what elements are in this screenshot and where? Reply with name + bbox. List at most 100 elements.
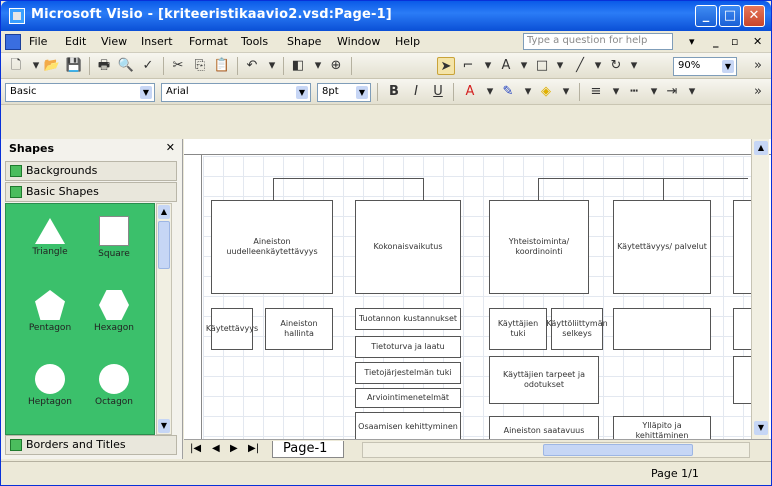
line-pattern-dropdown-icon[interactable]: ▾ xyxy=(645,83,663,101)
scroll-up-icon[interactable]: ▲ xyxy=(754,141,768,155)
first-page-icon[interactable]: |◀ xyxy=(190,443,201,454)
rotate-dropdown-icon[interactable]: ▾ xyxy=(625,57,643,75)
font-select[interactable]: Arial ▼ xyxy=(161,83,311,102)
diagram-box[interactable]: Aineiston hallinta xyxy=(265,308,333,350)
shapes-icon[interactable]: ◧ xyxy=(289,57,307,75)
font-size-dropdown-icon[interactable]: ▼ xyxy=(356,86,368,99)
scroll-thumb[interactable] xyxy=(158,221,170,269)
fill-color-dropdown-icon[interactable]: ▾ xyxy=(557,83,575,101)
diagram-box[interactable]: Aineiston uudelleenkäytettävyys xyxy=(211,200,333,294)
line-weight-dropdown-icon[interactable]: ▾ xyxy=(607,83,625,101)
menu-edit[interactable]: Edit xyxy=(65,35,86,48)
diagram-box[interactable]: Aineiston saatavuus xyxy=(489,416,599,439)
toolbar2-overflow-icon[interactable]: » xyxy=(749,83,767,101)
diagram-box[interactable]: Käytettävyys/ palvelut xyxy=(613,200,711,294)
print-icon[interactable]: 🖶 xyxy=(95,57,113,75)
close-pane-icon[interactable]: ✕ xyxy=(166,141,175,154)
italic-icon[interactable]: I xyxy=(407,83,425,101)
underline-icon[interactable]: U xyxy=(429,83,447,101)
fill-color-icon[interactable]: ◈ xyxy=(537,83,555,101)
prev-page-icon[interactable]: ◀ xyxy=(212,443,220,454)
drawing-page[interactable]: Aineiston uudelleenkäytettävyys Kokonais… xyxy=(203,156,751,439)
spelling-icon[interactable]: ✓ xyxy=(139,57,157,75)
tab-page-1[interactable]: Page-1 xyxy=(272,441,344,458)
diagram-box[interactable]: Arviointimenetelmät xyxy=(355,388,461,408)
master-pentagon[interactable]: Pentagon xyxy=(20,284,80,346)
minimize-button[interactable]: _ xyxy=(695,5,717,27)
master-triangle[interactable]: Triangle xyxy=(20,210,80,272)
diagram-box[interactable]: Tietojärjestelmän tuki xyxy=(355,362,461,384)
rectangle-tool-icon[interactable]: □ xyxy=(533,57,551,75)
connection-point-icon[interactable]: ⊕ xyxy=(327,57,345,75)
doc-close-icon[interactable]: ✕ xyxy=(753,35,762,48)
scroll-up-icon[interactable]: ▲ xyxy=(158,205,170,219)
drawing-horizontal-scrollbar[interactable] xyxy=(362,442,750,458)
menu-view[interactable]: View xyxy=(101,35,127,48)
master-octagon[interactable]: Octagon xyxy=(84,358,144,420)
new-icon[interactable]: 🗋 xyxy=(7,57,25,75)
text-dropdown-icon[interactable]: ▾ xyxy=(515,57,533,75)
zoom-select[interactable]: 90% ▼ xyxy=(673,57,737,76)
help-dropdown-icon[interactable]: ▾ xyxy=(689,35,695,48)
line-color-icon[interactable]: ✎ xyxy=(499,83,517,101)
font-size-select[interactable]: 8pt ▼ xyxy=(317,83,371,102)
diagram-box[interactable] xyxy=(613,308,711,350)
master-hexagon[interactable]: Hexagon xyxy=(84,284,144,346)
font-color-dropdown-icon[interactable]: ▾ xyxy=(481,83,499,101)
menu-tools[interactable]: Tools xyxy=(241,35,268,48)
style-select[interactable]: Basic ▼ xyxy=(5,83,155,102)
scroll-thumb[interactable] xyxy=(543,444,693,456)
master-heptagon[interactable]: Heptagon xyxy=(20,358,80,420)
diagram-box[interactable]: Tietoturva ja laatu xyxy=(355,336,461,358)
save-icon[interactable]: 💾 xyxy=(65,57,83,75)
diagram-box[interactable]: Ylläpito ja kehittäminen xyxy=(613,416,711,439)
diagram-box[interactable]: Kokonaisvaikutus xyxy=(355,200,461,294)
diagram-box[interactable] xyxy=(733,308,751,350)
line-ends-icon[interactable]: ⇥ xyxy=(663,83,681,101)
drawing-vertical-scrollbar[interactable]: ▲ ▼ xyxy=(751,139,769,439)
pointer-tool-icon[interactable]: ➤ xyxy=(437,57,455,75)
font-dropdown-icon[interactable]: ▼ xyxy=(296,86,308,99)
diagram-box[interactable] xyxy=(733,200,751,294)
diagram-box[interactable]: Käyttäjien tarpeet ja odotukset xyxy=(489,356,599,404)
stencil-backgrounds[interactable]: Backgrounds xyxy=(5,161,177,181)
cut-icon[interactable]: ✂ xyxy=(169,57,187,75)
line-color-dropdown-icon[interactable]: ▾ xyxy=(519,83,537,101)
shapes-dropdown-icon[interactable]: ▾ xyxy=(309,57,327,75)
diagram-box[interactable]: Yhteistoiminta/ koordinointi xyxy=(489,200,589,294)
diagram-box[interactable]: Osaamisen kehittyminen xyxy=(355,412,461,439)
scroll-down-icon[interactable]: ▼ xyxy=(158,419,170,433)
close-button[interactable]: ✕ xyxy=(743,5,765,27)
help-search-input[interactable]: Type a question for help xyxy=(523,33,673,50)
diagram-box[interactable]: Tuotannon kustannukset xyxy=(355,308,461,330)
print-preview-icon[interactable]: 🔍 xyxy=(117,57,135,75)
line-pattern-icon[interactable]: ┅ xyxy=(625,83,643,101)
next-page-icon[interactable]: ▶ xyxy=(230,443,238,454)
menu-window[interactable]: Window xyxy=(337,35,380,48)
doc-restore-icon[interactable]: ▫ xyxy=(731,35,738,48)
rectangle-dropdown-icon[interactable]: ▾ xyxy=(551,57,569,75)
maximize-button[interactable]: □ xyxy=(719,5,741,27)
open-icon[interactable]: 📂 xyxy=(43,57,61,75)
toolbar-overflow-icon[interactable]: » xyxy=(749,57,767,75)
scroll-down-icon[interactable]: ▼ xyxy=(754,421,768,435)
line-tool-icon[interactable]: ╱ xyxy=(571,57,589,75)
stencil-basic-shapes[interactable]: Basic Shapes xyxy=(5,182,177,202)
connector-dropdown-icon[interactable]: ▾ xyxy=(479,57,497,75)
menu-help[interactable]: Help xyxy=(395,35,420,48)
document-icon[interactable] xyxy=(5,34,21,50)
menu-insert[interactable]: Insert xyxy=(141,35,173,48)
paste-icon[interactable]: 📋 xyxy=(213,57,231,75)
font-color-icon[interactable]: A xyxy=(461,83,479,101)
visio-app-icon[interactable] xyxy=(9,8,25,24)
menu-format[interactable]: Format xyxy=(189,35,228,48)
connector-tool-icon[interactable]: ⌐ xyxy=(459,57,477,75)
rotate-tool-icon[interactable]: ↻ xyxy=(607,57,625,75)
master-square[interactable]: Square xyxy=(84,210,144,272)
line-ends-dropdown-icon[interactable]: ▾ xyxy=(683,83,701,101)
stencil-scrollbar[interactable]: ▲ ▼ xyxy=(156,203,172,435)
stencil-borders-titles[interactable]: Borders and Titles xyxy=(5,435,177,455)
last-page-icon[interactable]: ▶| xyxy=(248,443,259,454)
diagram-box[interactable]: Käytettävyys xyxy=(206,308,258,350)
bold-icon[interactable]: B xyxy=(385,83,403,101)
